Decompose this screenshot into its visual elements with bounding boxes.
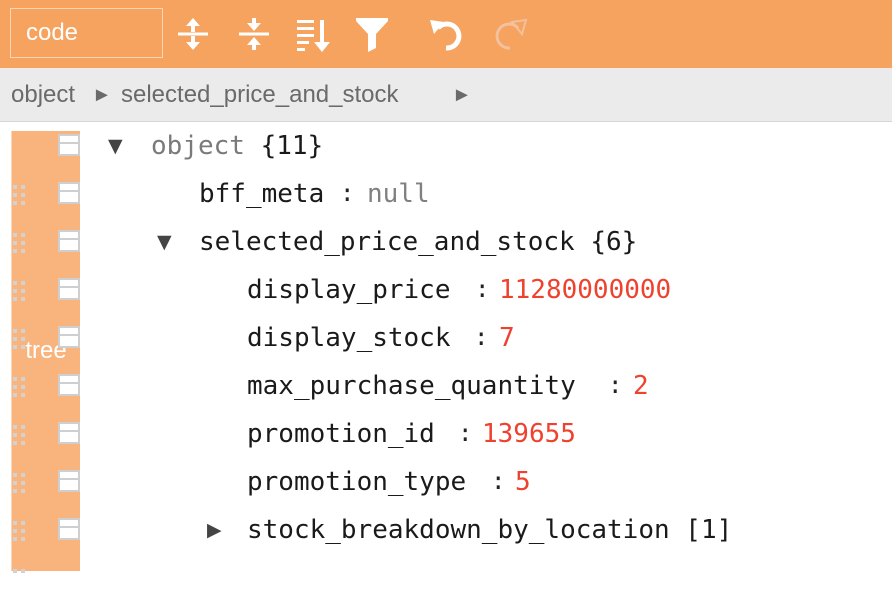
- collapse-toggle-icon[interactable]: ▼: [157, 218, 172, 266]
- breadcrumb-item-selected-price-and-stock[interactable]: selected_price_and_stock: [121, 68, 399, 122]
- editor-toolbar: code tree: [0, 0, 892, 571]
- tree-row: ▶ stock_breakdown_by_location [1]: [0, 506, 892, 554]
- field-value[interactable]: 139655: [482, 410, 576, 458]
- tree-row: display_price : 11280000000: [0, 266, 892, 314]
- mode-switch: code tree: [10, 8, 163, 571]
- context-menu-icon[interactable]: [58, 470, 80, 492]
- drag-handle-icon[interactable]: [13, 569, 27, 589]
- drag-handle-icon[interactable]: [13, 425, 27, 445]
- field-key[interactable]: display_stock: [247, 314, 451, 362]
- undo-icon[interactable]: [428, 14, 466, 54]
- filter-icon[interactable]: [353, 14, 391, 54]
- root-count: {11}: [260, 131, 324, 161]
- context-menu-icon[interactable]: [58, 278, 80, 300]
- field-key[interactable]: stock_breakdown_by_location [1]: [247, 506, 732, 554]
- field-value[interactable]: 11280000000: [499, 266, 671, 314]
- field-value[interactable]: 7: [499, 314, 515, 362]
- code-mode-button[interactable]: code: [11, 9, 93, 57]
- root-label: object {11}: [151, 131, 324, 161]
- field-key[interactable]: bff_meta: [199, 170, 324, 218]
- context-menu-icon[interactable]: [58, 422, 80, 444]
- field-key[interactable]: display_price: [247, 266, 451, 314]
- tree-row: bff_meta : null: [0, 170, 892, 218]
- context-menu-icon[interactable]: [58, 374, 80, 396]
- context-menu-icon[interactable]: [58, 326, 80, 348]
- tree-row: promotion_type : 5: [0, 458, 892, 506]
- context-menu-icon[interactable]: [58, 230, 80, 252]
- tree-row: [0, 554, 892, 602]
- field-value[interactable]: 5: [515, 458, 531, 506]
- key-value-separator: :: [474, 323, 489, 351]
- field-key[interactable]: promotion_id: [247, 410, 435, 458]
- expand-all-icon[interactable]: [174, 14, 212, 54]
- tree-row: promotion_id : 139655: [0, 410, 892, 458]
- child-count: [1]: [685, 515, 733, 545]
- drag-handle-icon[interactable]: [13, 521, 27, 541]
- drag-handle-icon[interactable]: [13, 233, 27, 253]
- redo-icon[interactable]: [490, 14, 528, 54]
- breadcrumb-item-object[interactable]: object: [11, 68, 75, 122]
- tree-row: display_stock : 7: [0, 314, 892, 362]
- key-value-separator: :: [458, 419, 473, 447]
- drag-handle-icon[interactable]: [13, 473, 27, 493]
- sort-icon[interactable]: [294, 14, 332, 54]
- tree-row-root: ▼ object {11}: [0, 122, 892, 170]
- key-value-separator: :: [475, 275, 490, 303]
- field-value[interactable]: null: [367, 170, 430, 218]
- breadcrumb: object ► selected_price_and_stock ►: [0, 68, 892, 122]
- drag-handle-icon[interactable]: [13, 281, 27, 301]
- drag-handle-icon[interactable]: [13, 329, 27, 349]
- tree-row: max_purchase_quantity : 2: [0, 362, 892, 410]
- drag-handle-icon[interactable]: [13, 185, 27, 205]
- drag-handle-icon[interactable]: [13, 377, 27, 397]
- key-value-separator: :: [491, 467, 506, 495]
- expand-toggle-icon[interactable]: ▶: [207, 506, 222, 554]
- json-tree: ▼ object {11} bff_meta : null ▼ selected…: [0, 122, 892, 573]
- field-value[interactable]: 2: [633, 362, 649, 410]
- key-value-separator: :: [340, 179, 355, 207]
- collapse-all-icon[interactable]: [235, 14, 273, 54]
- child-count: {6}: [590, 227, 638, 257]
- field-key[interactable]: max_purchase_quantity: [247, 362, 576, 410]
- field-key[interactable]: selected_price_and_stock {6}: [199, 218, 637, 266]
- key-value-separator: :: [608, 371, 623, 399]
- context-menu-icon[interactable]: [58, 134, 80, 156]
- breadcrumb-separator: ►: [92, 84, 112, 106]
- tree-row: ▼ selected_price_and_stock {6}: [0, 218, 892, 266]
- breadcrumb-separator: ►: [452, 84, 472, 106]
- field-key[interactable]: promotion_type: [247, 458, 466, 506]
- context-menu-icon[interactable]: [58, 518, 80, 540]
- context-menu-icon[interactable]: [58, 182, 80, 204]
- collapse-toggle-icon[interactable]: ▼: [108, 122, 123, 170]
